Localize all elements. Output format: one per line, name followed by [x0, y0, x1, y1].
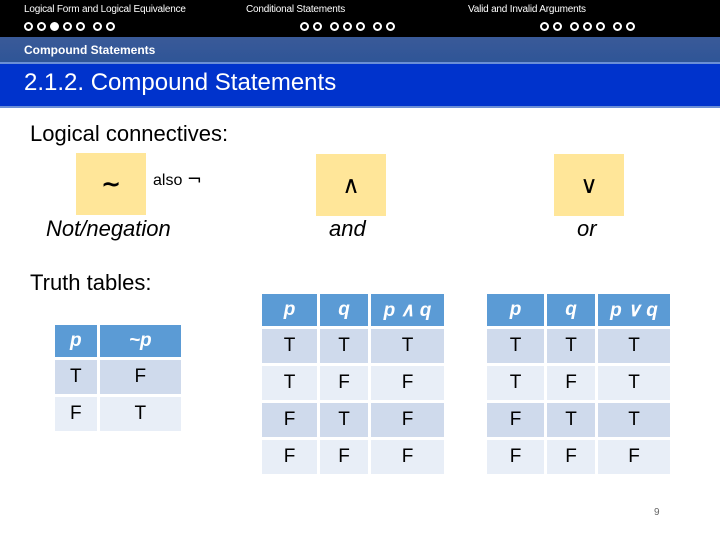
nav-section-valid-arguments[interactable]: Valid and Invalid Arguments: [468, 4, 586, 15]
negation-alt-note: also ¬: [153, 169, 202, 190]
nav-dot[interactable]: [626, 22, 635, 31]
table-row: T T T: [487, 329, 670, 363]
negation-caption: Not/negation: [46, 216, 171, 241]
table-cell: T: [487, 366, 544, 400]
table-cell: F: [371, 403, 444, 437]
nav-dot-current[interactable]: [50, 22, 59, 31]
also-label: also: [153, 172, 183, 189]
table-cell: F: [55, 397, 97, 431]
column-header: p: [487, 294, 544, 326]
nav-dot[interactable]: [553, 22, 562, 31]
negation-sign-icon: ¬: [186, 169, 202, 190]
nav-dot[interactable]: [37, 22, 46, 31]
table-cell: F: [547, 440, 595, 474]
table-cell: F: [320, 440, 368, 474]
and-caption: and: [329, 216, 366, 241]
table-cell: T: [598, 403, 670, 437]
column-header: q: [547, 294, 595, 326]
nav-dot[interactable]: [613, 22, 622, 31]
tilde-icon: ~: [100, 170, 122, 198]
table-cell: F: [371, 366, 444, 400]
table-cell: T: [371, 329, 444, 363]
title-bar: 2.1.2. Compound Statements: [0, 62, 720, 108]
table-cell: F: [262, 440, 317, 474]
table-cell: T: [262, 366, 317, 400]
column-header: q: [320, 294, 368, 326]
table-row: T T T: [262, 329, 444, 363]
nav-dot[interactable]: [373, 22, 382, 31]
table-cell: T: [598, 366, 670, 400]
conjunction-truth-table: p q p ∧ q T T T T F F F T F F F F: [259, 291, 447, 477]
nav-dot[interactable]: [540, 22, 549, 31]
nav-dot[interactable]: [63, 22, 72, 31]
and-symbol-box: ∧: [316, 154, 386, 216]
nav-dot[interactable]: [356, 22, 365, 31]
table-cell: F: [547, 366, 595, 400]
table-cell: F: [487, 440, 544, 474]
table-cell: F: [487, 403, 544, 437]
nav-dot[interactable]: [570, 22, 579, 31]
table-cell: F: [598, 440, 670, 474]
table-cell: T: [487, 329, 544, 363]
column-header: p ∧ q: [371, 294, 444, 326]
nav-dot[interactable]: [93, 22, 102, 31]
page-number: 9: [654, 507, 660, 518]
table-cell: T: [55, 360, 97, 394]
nav-dots-conditional: [300, 22, 399, 31]
table-row: F F F: [262, 440, 444, 474]
truth-tables-heading: Truth tables:: [30, 270, 152, 295]
nav-section-conditional[interactable]: Conditional Statements: [246, 4, 345, 15]
table-row: F F F: [487, 440, 670, 474]
table-header-row: p q p ∨ q: [487, 294, 670, 326]
wedge-icon: ∧: [342, 171, 360, 199]
nav-dot[interactable]: [583, 22, 592, 31]
column-header: ~p: [99, 325, 181, 357]
vee-icon: ∨: [580, 171, 598, 199]
column-header: p: [55, 325, 97, 357]
nav-dot[interactable]: [596, 22, 605, 31]
table-cell: T: [262, 329, 317, 363]
table-row: T F F: [262, 366, 444, 400]
table-cell: F: [99, 360, 181, 394]
disjunction-truth-table: p q p ∨ q T T T T F T F T T F F F: [484, 291, 673, 477]
table-cell: F: [320, 366, 368, 400]
nav-dot[interactable]: [300, 22, 309, 31]
section-navigation-bar: Logical Form and Logical Equivalence Con…: [0, 0, 720, 37]
nav-section-logical-form[interactable]: Logical Form and Logical Equivalence: [24, 4, 186, 15]
table-cell: T: [547, 403, 595, 437]
table-cell: T: [320, 329, 368, 363]
table-header-row: p ~p: [55, 325, 181, 357]
table-row: F T T: [487, 403, 670, 437]
nav-dot[interactable]: [386, 22, 395, 31]
nav-dots-valid-arguments: [540, 22, 639, 31]
table-row: T F: [55, 360, 181, 394]
subsection-bar: Compound Statements: [0, 37, 720, 62]
table-cell: T: [99, 397, 181, 431]
column-header: p: [262, 294, 317, 326]
or-caption: or: [577, 216, 597, 241]
subsection-title: Compound Statements: [24, 43, 156, 57]
nav-dot[interactable]: [106, 22, 115, 31]
slide-title: 2.1.2. Compound Statements: [24, 69, 337, 96]
table-row: F T: [55, 397, 181, 431]
nav-dot[interactable]: [330, 22, 339, 31]
table-cell: F: [371, 440, 444, 474]
table-cell: T: [598, 329, 670, 363]
nav-dot[interactable]: [313, 22, 322, 31]
nav-dot[interactable]: [76, 22, 85, 31]
table-cell: T: [320, 403, 368, 437]
negation-truth-table: p ~p T F F T: [52, 322, 184, 434]
table-cell: T: [547, 329, 595, 363]
negation-symbol-box: ~: [76, 153, 146, 215]
nav-dot[interactable]: [24, 22, 33, 31]
nav-dots-logical-form: [24, 22, 119, 31]
nav-dot[interactable]: [343, 22, 352, 31]
table-row: T F T: [487, 366, 670, 400]
or-symbol-box: ∨: [554, 154, 624, 216]
table-header-row: p q p ∧ q: [262, 294, 444, 326]
table-cell: F: [262, 403, 317, 437]
table-row: F T F: [262, 403, 444, 437]
column-header: p ∨ q: [598, 294, 670, 326]
connectives-heading: Logical connectives:: [30, 121, 229, 146]
